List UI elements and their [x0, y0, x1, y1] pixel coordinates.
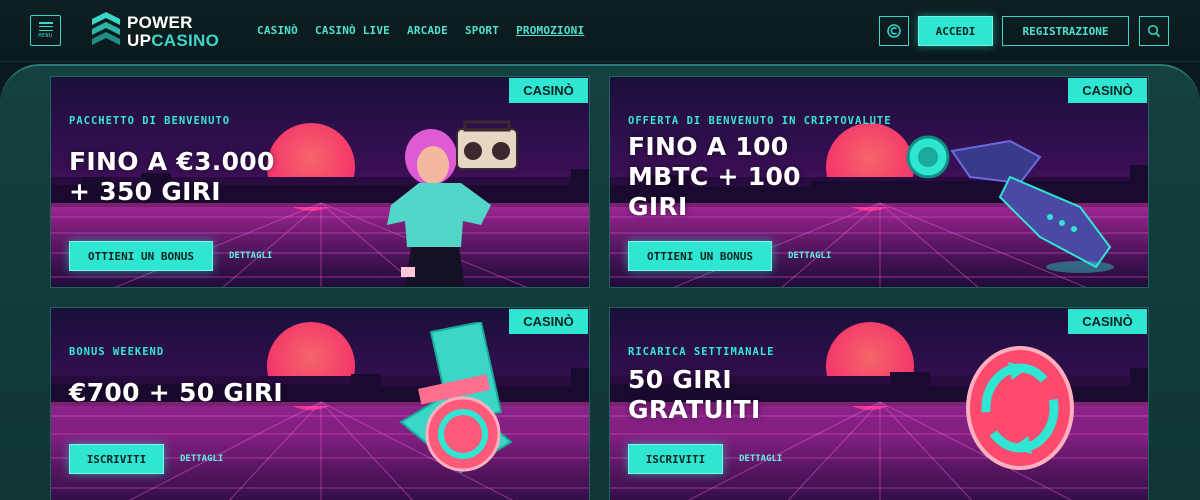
promo-card-weekend[interactable]: CASINÒ BONUS WEEKEND €700 + 50 GIRI ISCR… — [50, 307, 590, 500]
promo-headline: 50 GIRI GRATUITI — [628, 365, 761, 425]
headline-line: €700 + 50 GIRI — [69, 378, 284, 407]
promo-subtitle: BONUS WEEKEND — [69, 346, 165, 358]
refresh-coin-illustration — [966, 346, 1074, 470]
logo-mark-icon — [92, 12, 120, 45]
register-button[interactable]: REGISTRAZIONE — [1002, 16, 1129, 46]
get-bonus-button[interactable]: OTTIENI UN BONUS — [69, 241, 213, 271]
promo-headline: FINO A 100 MBTC + 100 GIRI — [628, 132, 801, 222]
category-tag: CASINÒ — [509, 78, 588, 103]
cash-stack-illustration — [399, 322, 513, 474]
headline-line: FINO A €3.000 — [69, 147, 275, 176]
category-tag: CASINÒ — [1068, 309, 1147, 334]
category-tag: CASINÒ — [1068, 78, 1147, 103]
robot-glove-illustration — [906, 135, 1114, 273]
details-link[interactable]: DETTAGLI — [788, 251, 831, 261]
sign-up-button[interactable]: ISCRIVITI — [628, 444, 723, 474]
headline-line: GRATUITI — [628, 395, 761, 424]
hamburger-icon — [38, 22, 53, 31]
logo[interactable]: POWER UPCASINO — [90, 10, 225, 52]
details-link[interactable]: DETTAGLI — [180, 454, 223, 464]
promo-card-crypto[interactable]: CASINÒ OFFERTA DI BENVENUTO IN CRIPTOVAL… — [609, 76, 1149, 288]
details-link[interactable]: DETTAGLI — [739, 454, 782, 464]
nav-casino-live[interactable]: CASINÒ LIVE — [315, 24, 390, 37]
search-icon — [1147, 24, 1161, 38]
headline-line: GIRI — [628, 192, 688, 221]
logo-word-power: POWER — [127, 13, 193, 32]
headline-line: 50 GIRI — [628, 365, 732, 394]
search-button[interactable] — [1139, 16, 1169, 46]
nav-arcade[interactable]: ARCADE — [407, 24, 448, 37]
login-button[interactable]: ACCEDI — [918, 16, 993, 46]
promo-subtitle: RICARICA SETTIMANALE — [628, 346, 775, 358]
nav-sport[interactable]: SPORT — [465, 24, 499, 37]
menu-label: MENU — [38, 33, 53, 39]
logo-word-up: UP — [127, 31, 152, 50]
sign-up-button[interactable]: ISCRIVITI — [69, 444, 164, 474]
crypto-icon — [887, 24, 901, 38]
nav-promozioni[interactable]: PROMOZIONI — [516, 24, 584, 37]
logo-word-casino: CASINO — [151, 31, 220, 50]
crypto-button[interactable] — [879, 16, 909, 46]
promo-subtitle: PACCHETTO DI BENVENUTO — [69, 115, 231, 127]
headline-line: FINO A 100 — [628, 132, 789, 161]
promo-headline: €700 + 50 GIRI — [69, 378, 283, 408]
logo-word-upcasino: UPCASINO — [127, 31, 219, 51]
promo-card-weekly-reload[interactable]: CASINÒ RICARICA SETTIMANALE 50 GIRI GRAT… — [609, 307, 1149, 500]
menu-button[interactable]: MENU — [30, 15, 61, 46]
details-link[interactable]: DETTAGLI — [229, 251, 272, 261]
promo-card-welcome[interactable]: CASINÒ PACCHETTO DI BENVENUTO FINO A €3.… — [50, 76, 590, 288]
headline-line: + 350 GIRI — [69, 177, 221, 206]
category-tag: CASINÒ — [509, 309, 588, 334]
nav-casino[interactable]: CASINÒ — [257, 24, 298, 37]
get-bonus-button[interactable]: OTTIENI UN BONUS — [628, 241, 772, 271]
promo-headline: FINO A €3.000 + 350 GIRI — [69, 147, 275, 207]
top-header: MENU POWER UPCASINO CASINÒ CASINÒ LIVE A… — [0, 0, 1200, 62]
main-nav: CASINÒ CASINÒ LIVE ARCADE SPORT PROMOZIO… — [257, 24, 601, 37]
headline-line: MBTC + 100 — [628, 162, 801, 191]
promo-subtitle: OFFERTA DI BENVENUTO IN CRIPTOVALUTE — [628, 115, 892, 127]
retro-girl-illustration — [387, 120, 518, 287]
